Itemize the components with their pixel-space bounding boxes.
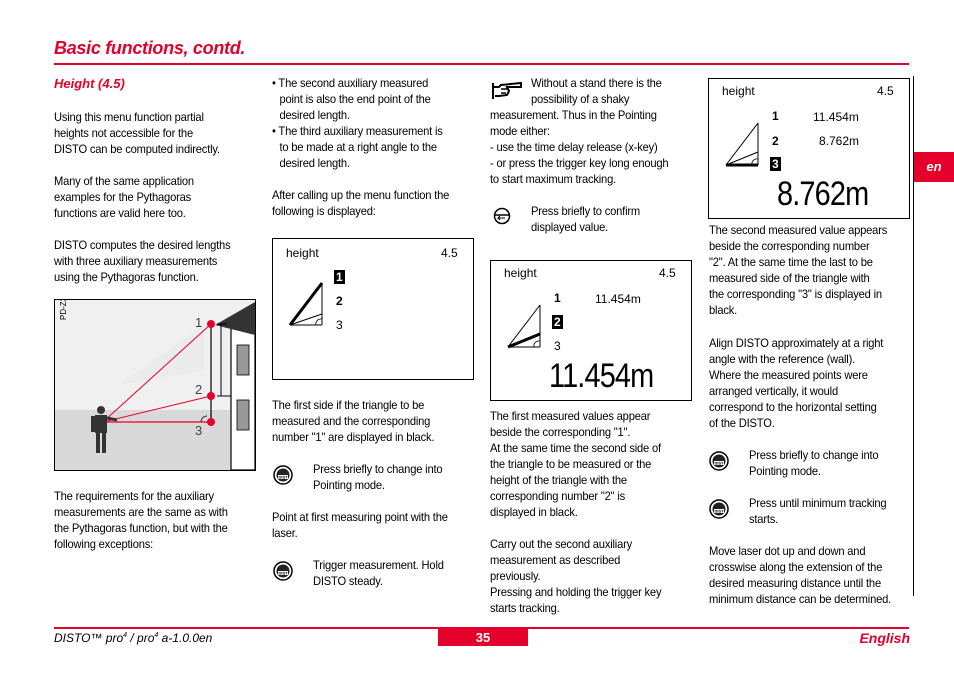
align-paragraph: Align DISTO approximately at a right ang…	[709, 336, 884, 430]
main-reading: 11.454m	[549, 357, 654, 395]
svg-text:DIST: DIST	[278, 571, 288, 576]
language-tab[interactable]: en	[914, 152, 954, 182]
main-reading: 8.762m	[777, 175, 869, 213]
bullet-item: • The second auxiliary measured point is…	[272, 76, 431, 122]
intro-paragraph: Using this menu function partial heights…	[54, 110, 220, 156]
step-1-value: 11.454m	[595, 292, 641, 306]
key-instruction: Press briefly to change into Pointing mo…	[749, 448, 879, 478]
step-3-indicator: 3	[336, 318, 343, 332]
figure-code: PD-Z32	[59, 299, 68, 320]
header-rule	[54, 63, 909, 65]
second-value-paragraph: The second measured value appears beside…	[709, 223, 888, 317]
confirm-instruction: Press briefly to confirm displayed value…	[531, 204, 641, 234]
subsection-heading: Height (4.5)	[54, 76, 125, 91]
point-label-2: 2	[195, 382, 203, 397]
step-1-indicator: 1	[334, 270, 345, 284]
display-title: height	[504, 266, 537, 280]
display-function-code: 4.5	[441, 246, 458, 260]
svg-text:DIST: DIST	[278, 475, 288, 480]
computation-paragraph: DISTO computes the desired lengths with …	[54, 238, 231, 284]
display-title: height	[286, 246, 319, 260]
step-1-value: 11.454m	[813, 110, 859, 124]
display-initial: height 4.5 1 2 3	[272, 238, 474, 380]
first-values-paragraph: The first measured values appear beside …	[490, 409, 661, 519]
enter-key-icon	[493, 207, 513, 227]
move-laser-paragraph: Move laser dot up and down and crosswise…	[709, 544, 892, 606]
step-2-indicator: 2	[552, 315, 563, 329]
first-side-paragraph: The first side if the triangle to be mea…	[272, 398, 435, 444]
step-2-value: 8.762m	[819, 134, 860, 148]
section-title: Basic functions, contd.	[54, 38, 246, 58]
footer-language: English	[859, 630, 910, 646]
display-function-code: 4.5	[659, 266, 676, 280]
dist-key-icon: DIST	[273, 561, 293, 581]
second-measurement-paragraph: Carry out the second auxiliary measureme…	[490, 537, 662, 615]
note-text: Without a stand there is the possibility…	[531, 76, 662, 106]
display-first-measured: height 4.5 1 11.454m 2 3 11.454m	[490, 260, 692, 401]
step-3-indicator: 3	[554, 339, 561, 353]
step-2-indicator: 2	[336, 294, 343, 308]
page-number: 35	[438, 629, 528, 646]
footer-product: DISTO™ pro4 / pro4 a-1.0.0en	[54, 631, 212, 645]
bullet-item: • The third auxiliary measurement is to …	[272, 124, 443, 170]
triangle-icon	[725, 122, 759, 167]
display-second-measured: height 4.5 1 11.454m 2 8.762m 3 8.762m	[708, 78, 910, 219]
triangle-icon	[507, 304, 541, 349]
measurement-diagram	[55, 302, 255, 470]
step-1-indicator: 1	[772, 109, 779, 123]
requirements-paragraph: The requirements for the auxiliary measu…	[54, 489, 228, 551]
step-2-indicator: 2	[772, 134, 779, 148]
svg-text:DIST: DIST	[714, 461, 724, 466]
note-continuation: measurement. Thus in the Pointing mode e…	[490, 108, 669, 186]
pointing-hand-icon	[491, 79, 525, 101]
measure-point-3	[207, 418, 215, 426]
point-label-3: 3	[195, 423, 203, 438]
menu-call-paragraph: After calling up the menu function the f…	[272, 188, 450, 218]
version-code: a-1.0.0en	[158, 631, 213, 645]
key-instruction: Press until minimum tracking starts.	[749, 496, 887, 526]
product-name: DISTO™ pro	[54, 631, 124, 645]
dist-key-icon: DIST	[709, 499, 729, 519]
step-1-indicator: 1	[554, 291, 561, 305]
measure-point-2	[207, 392, 215, 400]
dist-key-icon: DIST	[273, 465, 293, 485]
key-instruction: Trigger measurement. Hold DISTO steady.	[313, 558, 444, 588]
product-name-variant: / pro	[127, 631, 155, 645]
measure-point-1	[207, 320, 215, 328]
triangle-icon	[288, 282, 324, 326]
point-label-1: 1	[195, 315, 203, 330]
display-title: height	[722, 84, 755, 98]
height-illustration: PD-Z32 1 2 3	[54, 299, 256, 471]
point-paragraph: Point at first measuring point with the …	[272, 510, 448, 540]
examples-paragraph: Many of the same application examples fo…	[54, 174, 194, 220]
step-3-indicator: 3	[770, 157, 781, 171]
display-function-code: 4.5	[877, 84, 894, 98]
svg-text:DIST: DIST	[714, 509, 724, 514]
key-instruction: Press briefly to change into Pointing mo…	[313, 462, 443, 492]
dist-key-icon: DIST	[709, 451, 729, 471]
